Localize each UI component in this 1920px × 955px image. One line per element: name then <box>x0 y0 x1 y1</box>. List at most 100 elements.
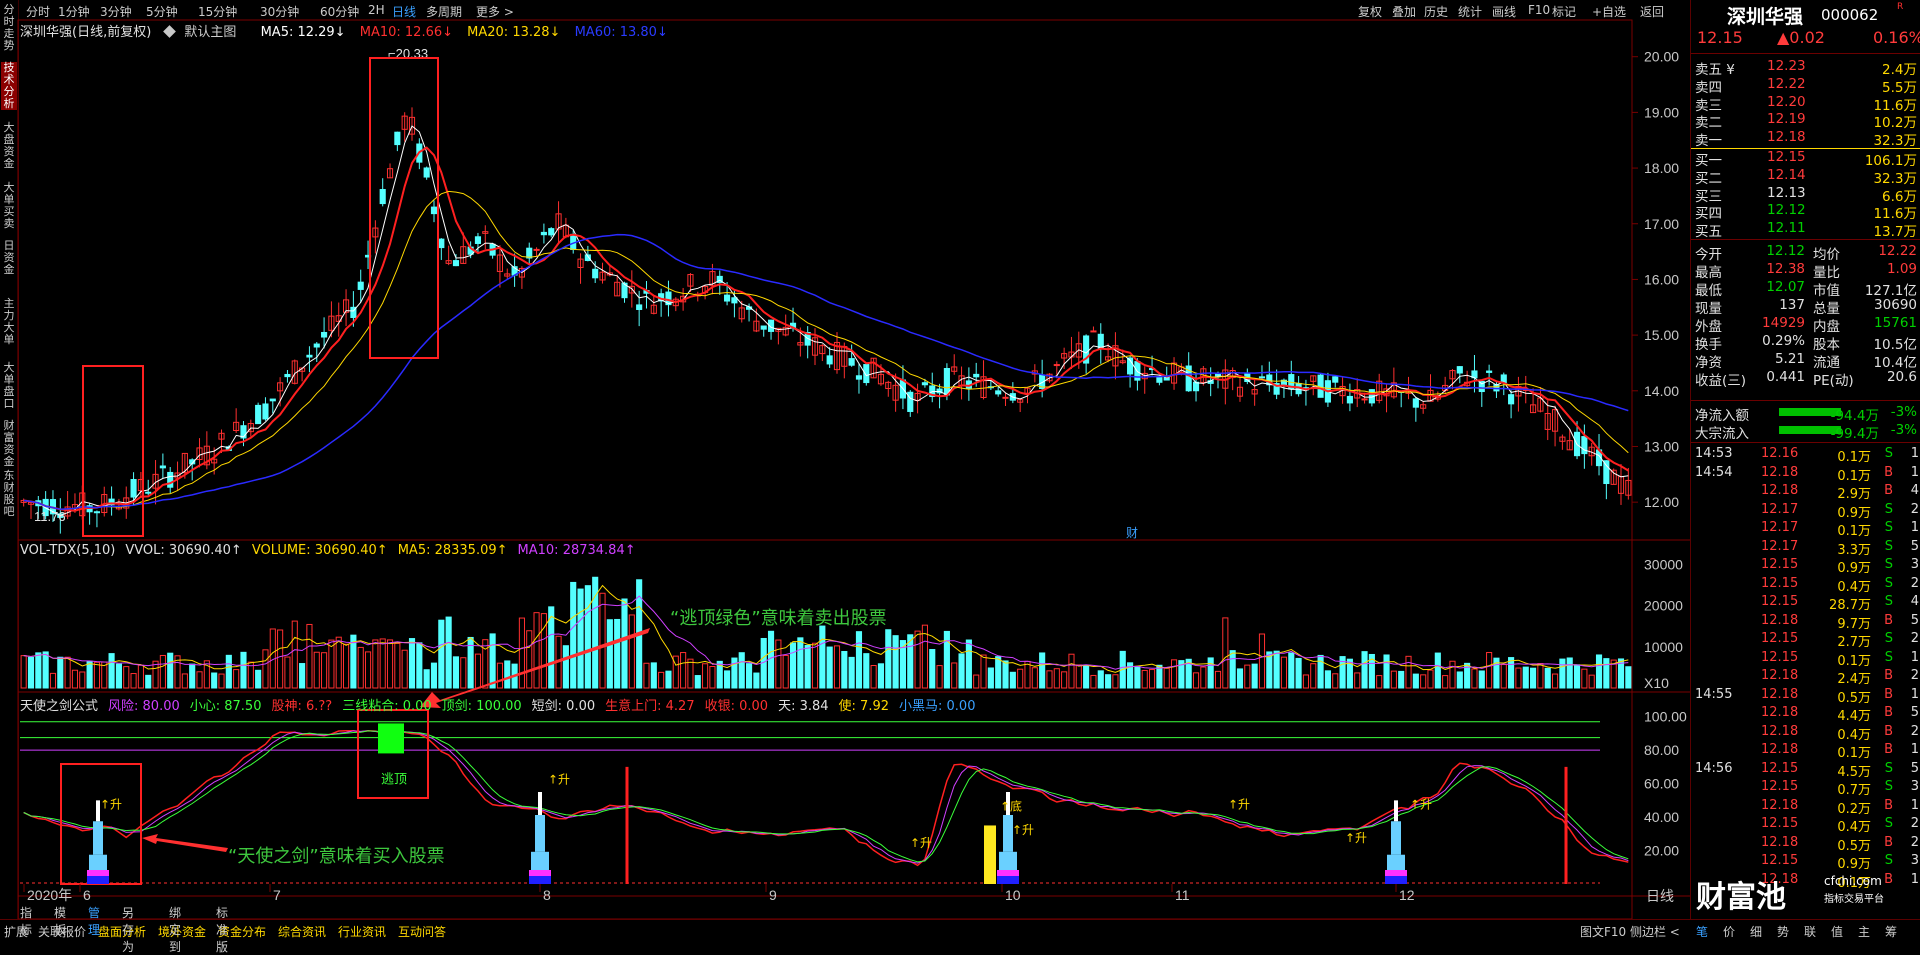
volume-bar <box>496 662 504 689</box>
bottom-tab-7[interactable]: 互动问答 <box>398 923 446 940</box>
order-price: 12.12 <box>1767 202 1806 219</box>
kline-chart[interactable]: 20.00 19.00 18.00 17.00 16.00 15.00 14.00 13.00… <box>0 0 1690 919</box>
volume-bar <box>1031 667 1038 689</box>
rise-mark: ↑升 <box>1012 823 1034 837</box>
volume-bar <box>277 629 284 689</box>
volume-bar <box>1478 670 1485 689</box>
rise-mark: ↑升 <box>1410 798 1432 812</box>
order-book-row[interactable]: 买五 12.11 13.7万 <box>1695 220 1917 241</box>
bottom-tab-3[interactable]: 境外资金 <box>158 923 206 940</box>
panel-tab-1[interactable]: 价 <box>1723 923 1735 940</box>
price-row: 12.15 ▲0.02 0.16% <box>1691 28 1920 48</box>
volume-bar <box>782 654 789 689</box>
order-label: 买五 <box>1695 224 1722 241</box>
panel-tab-2[interactable]: 细 <box>1750 923 1762 940</box>
volume-axis-label: 10000 <box>1644 639 1683 655</box>
stat-label: 最低 <box>1695 283 1722 299</box>
trade-volume: 4.5万 <box>1837 764 1871 780</box>
order-book-row[interactable]: 买四 12.12 11.6万 <box>1695 202 1917 222</box>
volume-bar <box>1405 655 1412 689</box>
stats-row: 外盘 14929 内盘 15761 <box>1695 315 1917 335</box>
candle-body <box>526 247 533 259</box>
rise-mark: ↑升 <box>100 798 122 812</box>
x-axis-label: 11 <box>1175 887 1190 903</box>
x-axis-label: 7 <box>273 887 281 903</box>
volume-bar <box>284 656 291 689</box>
volume-bar <box>452 656 460 689</box>
order-book-row[interactable]: 卖四 12.22 5.5万 <box>1695 76 1917 96</box>
volume-bar <box>1566 657 1573 689</box>
trade-volume: 28.7万 <box>1829 598 1871 613</box>
trade-count: 3 <box>1910 779 1919 794</box>
dark-horse-value: 小黑马: 0.00 <box>899 699 976 714</box>
order-book-row[interactable]: 买一 12.15 106.1万 <box>1695 149 1917 169</box>
trade-count: 5 <box>1910 538 1919 554</box>
panel-tab-4[interactable]: 联 <box>1804 923 1816 940</box>
chart-tool-tab-1[interactable]: 模板 <box>54 904 66 938</box>
trade-side: S <box>1884 760 1893 776</box>
volume-bar <box>86 660 93 689</box>
candle-body <box>1053 364 1060 367</box>
panel-tab-5[interactable]: 值 <box>1831 923 1843 940</box>
trade-time: 14:55 <box>1695 686 1733 702</box>
volume-bar <box>628 614 635 689</box>
candle-body <box>943 368 950 396</box>
volume-bar <box>342 643 350 689</box>
chart-tool-tab-0[interactable]: 指标 <box>20 904 32 938</box>
candle-body <box>1603 460 1610 485</box>
vol-ma5-value: MA5: 28335.09↑ <box>397 543 508 558</box>
trade-price: 12.15 <box>1761 649 1799 665</box>
bottom-tab-5[interactable]: 综合资讯 <box>278 923 326 940</box>
volume-bar <box>79 671 86 689</box>
trade-time: 14:54 <box>1695 464 1733 480</box>
volume-bar <box>995 656 1002 689</box>
volume-bar <box>489 633 496 689</box>
chart-tool-tab-4[interactable]: 绑定到 <box>169 904 181 955</box>
order-book-row[interactable]: 卖一 12.18 32.3万 <box>1695 129 1917 149</box>
trade-count: 2 <box>1910 501 1919 517</box>
volume-bar <box>973 674 980 689</box>
panel-tab-0[interactable]: 笔 <box>1696 923 1708 940</box>
trade-row: 12.18 0.2万 B 1 <box>1691 798 1920 817</box>
risk-value: 风险: 80.00 <box>108 699 180 714</box>
volume-bar <box>570 581 577 689</box>
volume-bar <box>1500 664 1507 689</box>
chart-tool-tab-3[interactable]: 另存为 <box>122 904 134 955</box>
volume-bar <box>408 638 416 689</box>
bottom-tab-6[interactable]: 行业资讯 <box>338 923 386 940</box>
order-book-row[interactable]: 买二 12.14 32.3万 <box>1695 167 1917 187</box>
volume-bar <box>71 669 79 689</box>
order-book-row[interactable]: 卖五 ¥12.23 2.4万 <box>1695 58 1917 78</box>
stat-label: 最高 <box>1695 265 1722 281</box>
volume-bar <box>804 644 811 689</box>
stock-name: 深圳华强 <box>1727 6 1804 28</box>
volume-bar <box>1207 657 1214 689</box>
volume-bar <box>694 675 701 689</box>
volume-bar <box>811 642 819 689</box>
trade-count: 1 <box>1910 649 1919 665</box>
volume-bar <box>1200 666 1207 689</box>
trade-price: 12.15 <box>1761 760 1799 776</box>
sidebar-toggle[interactable]: 图文F10 侧边栏 < <box>1580 923 1680 940</box>
order-price: 12.23 <box>1767 58 1806 74</box>
chart-tool-tab-5[interactable]: 标准版 <box>216 904 228 955</box>
panel-tab-6[interactable]: 主 <box>1858 923 1870 940</box>
sell-annotation: “逃顶绿色”意味着卖出股票 <box>670 608 887 629</box>
chart-tool-tab-2[interactable]: 管理 <box>88 904 100 938</box>
volume-bar <box>1046 670 1053 689</box>
volume-bar <box>1603 658 1610 689</box>
order-book-row[interactable]: 卖二 12.19 10.2万 <box>1695 111 1917 131</box>
candle-body <box>313 343 320 348</box>
order-book-row[interactable]: 卖三 12.20 11.6万 <box>1695 94 1917 114</box>
stat-label: 流通 <box>1813 355 1840 371</box>
panel-tab-3[interactable]: 势 <box>1777 923 1789 940</box>
order-book-row[interactable]: 买三 12.13 6.6万 <box>1695 185 1917 205</box>
trade-row: 12.17 0.1万 S 1 <box>1691 520 1920 539</box>
flow-pct: -3% <box>1890 404 1917 420</box>
volume-bar <box>27 656 35 689</box>
trade-price: 12.15 <box>1761 557 1799 572</box>
panel-tab-7[interactable]: 筹 <box>1885 923 1897 940</box>
stat-label: 量比 <box>1813 265 1840 281</box>
candle-body <box>548 228 555 236</box>
angel-sword-2-blade-low <box>531 851 549 870</box>
